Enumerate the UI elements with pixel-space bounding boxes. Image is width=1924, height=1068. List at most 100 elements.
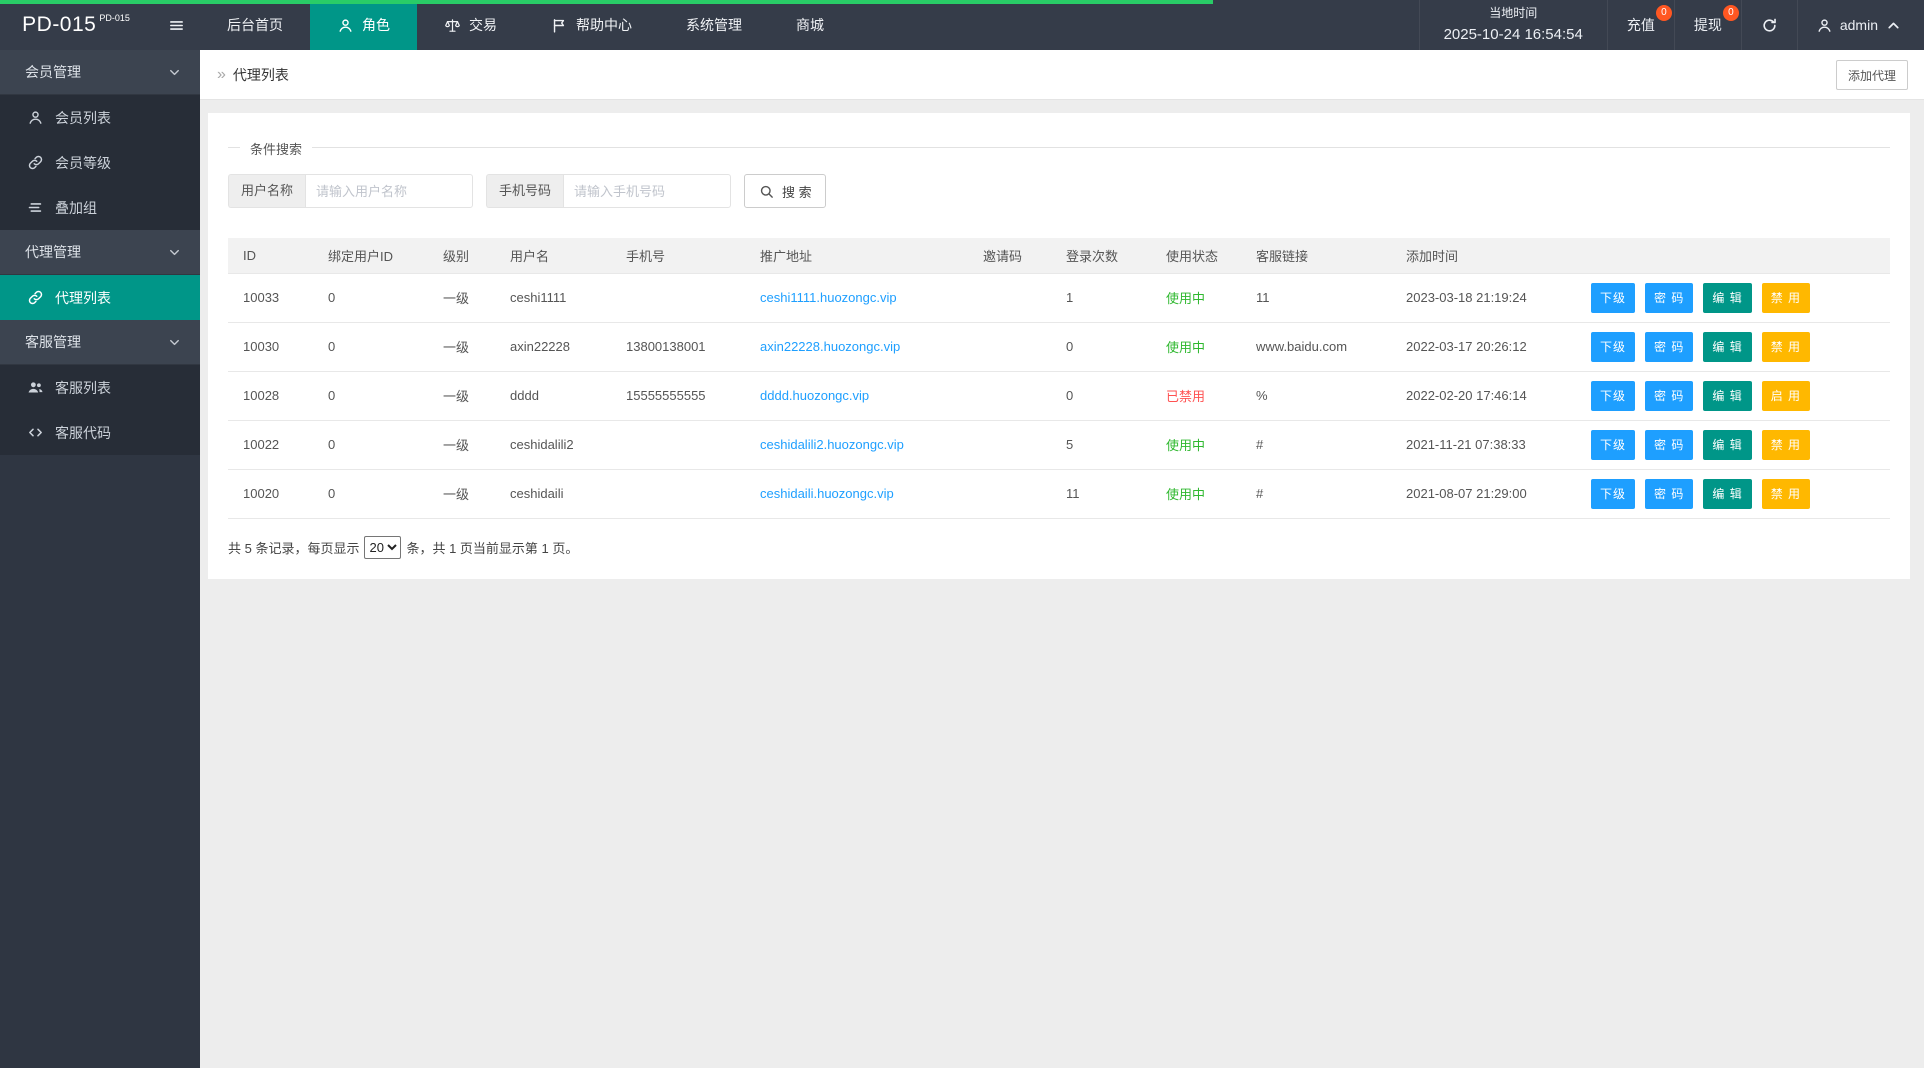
link-icon bbox=[27, 154, 44, 171]
sidebar-item-member-list[interactable]: 会员列表 bbox=[0, 95, 200, 140]
password-button[interactable]: 密 码 bbox=[1645, 430, 1693, 460]
column-header-invite_code: 邀请码 bbox=[968, 238, 1051, 273]
edit-button[interactable]: 编 辑 bbox=[1703, 381, 1751, 411]
users-icon bbox=[27, 379, 44, 396]
disable-button[interactable]: 禁 用 bbox=[1762, 283, 1810, 313]
search-form: 用户名称 手机号码 搜 索 bbox=[228, 174, 1890, 208]
sidebar-item-service-code[interactable]: 客服代码 bbox=[0, 410, 200, 455]
cell-created_at: 2022-02-20 17:46:14 bbox=[1391, 371, 1576, 420]
user-menu[interactable]: admin bbox=[1797, 0, 1924, 50]
sub-level-button[interactable]: 下级 bbox=[1591, 381, 1635, 411]
promo-link[interactable]: ceshidaili.huozongc.vip bbox=[760, 486, 894, 501]
cell-phone bbox=[611, 420, 745, 469]
agent-list-card: 条件搜索 用户名称 手机号码 搜 索 ID绑定 bbox=[208, 113, 1910, 579]
chevron-down-icon bbox=[167, 245, 182, 260]
local-time: 当地时间 2025-10-24 16:54:54 bbox=[1419, 0, 1607, 50]
cell-invite_code bbox=[968, 371, 1051, 420]
promo-link[interactable]: axin22228.huozongc.vip bbox=[760, 339, 900, 354]
cell-service_link: 11 bbox=[1241, 273, 1391, 322]
table-row: 100200一级ceshidailiceshidaili.huozongc.vi… bbox=[228, 469, 1890, 518]
pagination: 共 5 条记录，每页显示 20 条，共 1 页当前显示第 1 页。 bbox=[228, 536, 1890, 559]
page-title: 代理列表 bbox=[233, 65, 289, 85]
phone-label: 手机号码 bbox=[486, 174, 563, 208]
status-text: 已禁用 bbox=[1166, 389, 1205, 404]
nav-item-role[interactable]: 角色 bbox=[310, 0, 417, 50]
disable-button[interactable]: 禁 用 bbox=[1762, 332, 1810, 362]
promo-link[interactable]: ceshidalili2.huozongc.vip bbox=[760, 437, 904, 452]
column-header-login_count: 登录次数 bbox=[1051, 238, 1151, 273]
breadcrumb-bar: » 代理列表 添加代理 bbox=[200, 50, 1924, 100]
sidebar-toggle-button[interactable] bbox=[152, 0, 200, 50]
cell-promo_url: ceshidaili.huozongc.vip bbox=[745, 469, 968, 518]
password-button[interactable]: 密 码 bbox=[1645, 283, 1693, 313]
add-agent-button[interactable]: 添加代理 bbox=[1836, 60, 1908, 90]
table-row: 100300一级axin2222813800138001axin22228.hu… bbox=[228, 322, 1890, 371]
cell-username: dddd bbox=[495, 371, 611, 420]
sidebar-item-agent-manage[interactable]: 代理管理 bbox=[0, 230, 200, 275]
sub-level-button[interactable]: 下级 bbox=[1591, 332, 1635, 362]
top-nav: 后台首页 角色 交易帮助中心系统管理商城 bbox=[200, 0, 851, 50]
phone-input[interactable] bbox=[563, 174, 731, 208]
sidebar-item-service-list[interactable]: 客服列表 bbox=[0, 365, 200, 410]
nav-item-label: 角色 bbox=[362, 15, 390, 35]
disable-button[interactable]: 禁 用 bbox=[1762, 479, 1810, 509]
sidebar: 会员管理会员列表会员等级叠加组代理管理代理列表客服管理客服列表客服代码 bbox=[0, 50, 200, 1068]
edit-button[interactable]: 编 辑 bbox=[1703, 430, 1751, 460]
sub-level-button[interactable]: 下级 bbox=[1591, 283, 1635, 313]
username-input-group: 用户名称 bbox=[228, 174, 473, 208]
user-name: admin bbox=[1840, 17, 1878, 33]
password-button[interactable]: 密 码 bbox=[1645, 332, 1693, 362]
sidebar-item-stack-group[interactable]: 叠加组 bbox=[0, 185, 200, 230]
sub-level-button[interactable]: 下级 bbox=[1591, 479, 1635, 509]
sidebar-item-member-manage[interactable]: 会员管理 bbox=[0, 50, 200, 95]
withdraw-badge: 0 bbox=[1723, 5, 1739, 21]
enable-button[interactable]: 启 用 bbox=[1762, 381, 1810, 411]
cell-status: 使用中 bbox=[1151, 469, 1241, 518]
cell-actions: 下级密 码编 辑禁 用 bbox=[1576, 273, 1890, 322]
sub-level-button[interactable]: 下级 bbox=[1591, 430, 1635, 460]
nav-item-trade[interactable]: 交易 bbox=[417, 0, 524, 50]
sidebar-item-service-manage[interactable]: 客服管理 bbox=[0, 320, 200, 365]
user-icon bbox=[1816, 17, 1833, 34]
cell-level: 一级 bbox=[428, 469, 495, 518]
cell-bind_id: 0 bbox=[313, 322, 428, 371]
username-input[interactable] bbox=[305, 174, 473, 208]
edit-button[interactable]: 编 辑 bbox=[1703, 332, 1751, 362]
search-button[interactable]: 搜 索 bbox=[744, 174, 826, 208]
column-header-actions bbox=[1576, 238, 1890, 273]
sidebar-item-member-level[interactable]: 会员等级 bbox=[0, 140, 200, 185]
breadcrumb-arrow-icon: » bbox=[217, 67, 226, 83]
column-header-created_at: 添加时间 bbox=[1391, 238, 1576, 273]
cell-login_count: 0 bbox=[1051, 371, 1151, 420]
disable-button[interactable]: 禁 用 bbox=[1762, 430, 1810, 460]
promo-link[interactable]: ceshi1111.huozongc.vip bbox=[760, 290, 897, 305]
edit-button[interactable]: 编 辑 bbox=[1703, 283, 1751, 313]
status-text: 使用中 bbox=[1166, 487, 1205, 502]
refresh-button[interactable] bbox=[1741, 0, 1797, 50]
nav-item-system[interactable]: 系统管理 bbox=[659, 0, 769, 50]
password-button[interactable]: 密 码 bbox=[1645, 479, 1693, 509]
nav-item-help[interactable]: 帮助中心 bbox=[524, 0, 659, 50]
column-header-id: ID bbox=[228, 238, 313, 273]
column-header-username: 用户名 bbox=[495, 238, 611, 273]
password-button[interactable]: 密 码 bbox=[1645, 381, 1693, 411]
sidebar-item-agent-list[interactable]: 代理列表 bbox=[0, 275, 200, 320]
cell-username: ceshi1111 bbox=[495, 273, 611, 322]
nav-item-mall[interactable]: 商城 bbox=[769, 0, 851, 50]
recharge-button[interactable]: 充值 0 bbox=[1607, 0, 1674, 50]
content: 条件搜索 用户名称 手机号码 搜 索 ID绑定 bbox=[200, 100, 1924, 579]
user-icon bbox=[27, 109, 44, 126]
code-icon bbox=[27, 424, 44, 441]
edit-button[interactable]: 编 辑 bbox=[1703, 479, 1751, 509]
promo-link[interactable]: dddd.huozongc.vip bbox=[760, 388, 869, 403]
withdraw-button[interactable]: 提现 0 bbox=[1674, 0, 1741, 50]
column-header-level: 级别 bbox=[428, 238, 495, 273]
table-body: 100330一级ceshi1111ceshi1111.huozongc.vip1… bbox=[228, 273, 1890, 518]
column-header-promo_url: 推广地址 bbox=[745, 238, 968, 273]
page-size-select[interactable]: 20 bbox=[364, 536, 401, 559]
search-icon bbox=[758, 183, 775, 200]
nav-item-home[interactable]: 后台首页 bbox=[200, 0, 310, 50]
cell-level: 一级 bbox=[428, 420, 495, 469]
pagination-text-before: 共 5 条记录，每页显示 bbox=[228, 538, 359, 557]
cell-actions: 下级密 码编 辑启 用 bbox=[1576, 371, 1890, 420]
